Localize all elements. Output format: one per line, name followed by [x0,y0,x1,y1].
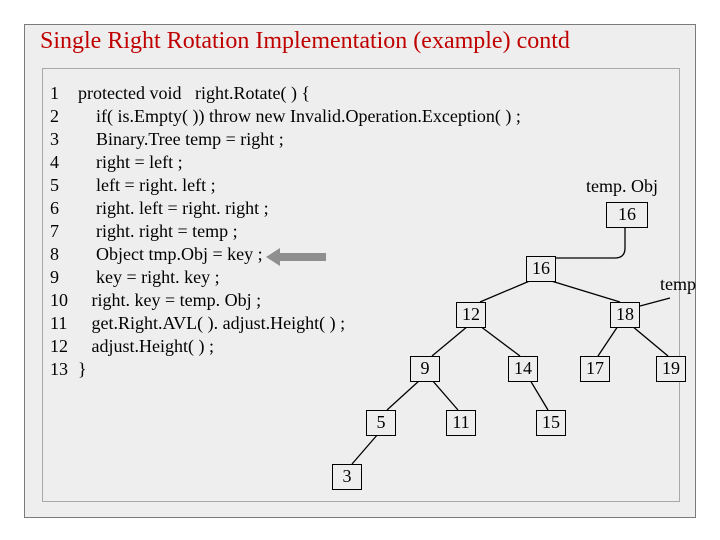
code-line: 2 if( is.Empty( )) throw new Invalid.Ope… [50,105,521,128]
code-line: 6 right. left = right. right ; [50,197,521,220]
slide-title: Single Right Rotation Implementation (ex… [40,28,700,55]
code-line: 10 right. key = temp. Obj ; [50,289,521,312]
step-arrow [266,251,326,263]
code-line: 5 left = right. left ; [50,174,521,197]
code-line: 3 Binary.Tree temp = right ; [50,128,521,151]
code-line: 13} [50,358,521,381]
code-line: 9 key = right. key ; [50,266,521,289]
code-block: 1protected void right.Rotate( ) {2 if( i… [50,82,521,381]
code-line: 1protected void right.Rotate( ) { [50,82,521,105]
code-line: 11 get.Right.AVL( ). adjust.Height( ) ; [50,312,521,335]
code-line: 12 adjust.Height( ) ; [50,335,521,358]
code-line: 7 right. right = temp ; [50,220,521,243]
code-line: 4 right = left ; [50,151,521,174]
